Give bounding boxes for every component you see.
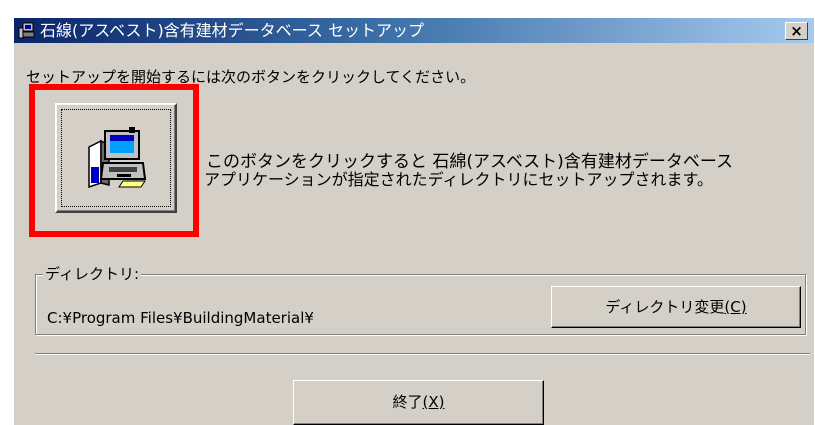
change-directory-hotkey: (C) (724, 298, 747, 316)
install-path: C:¥Program Files¥BuildingMaterial¥ (47, 309, 314, 327)
close-button[interactable]: × (785, 22, 808, 40)
exit-button[interactable]: 終了(X) (293, 380, 544, 425)
change-directory-button[interactable]: ディレクトリ変更(C) (551, 286, 801, 328)
exit-label: 終了 (392, 393, 423, 411)
exit-hotkey: (X) (422, 393, 445, 411)
red-highlight-box (29, 84, 199, 237)
separator-line (35, 353, 810, 355)
window-title: 石線(アスベスト)含有建材データベース セットアップ (40, 21, 424, 40)
description-line-2: アプリケーションが指定されたディレクトリにセットアップされます。 (204, 170, 713, 189)
change-directory-label: ディレクトリ変更 (605, 298, 725, 316)
directory-legend: ディレクトリ: (43, 265, 142, 283)
setup-app-icon (18, 22, 35, 39)
title-bar[interactable]: 石線(アスベスト)含有建材データベース セットアップ × (14, 18, 814, 43)
close-icon: × (790, 22, 803, 40)
